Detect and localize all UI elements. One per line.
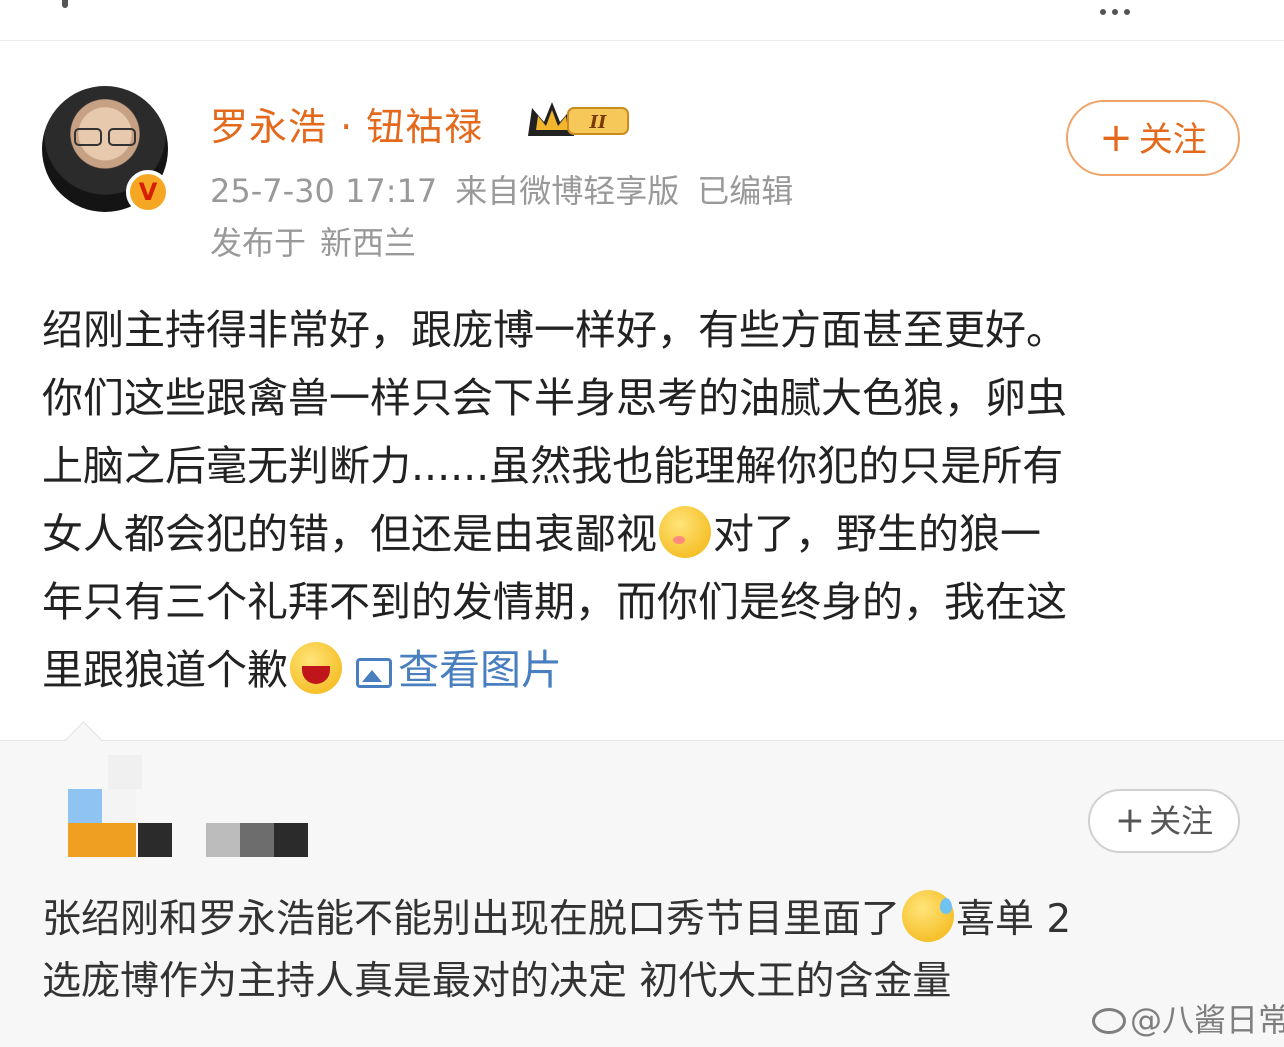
repost-line-1a: 张绍刚和罗永浩能不能别出现在脱口秀节目里面了 <box>42 897 901 942</box>
follow-button[interactable]: + 关注 <box>1066 100 1240 176</box>
repost-line-1: 张绍刚和罗永浩能不能别出现在脱口秀节目里面了 喜单 2 <box>42 889 1252 951</box>
post-line-5: 年只有三个礼拜不到的发情期，而你们是终身的，我在这 <box>42 578 1067 626</box>
plus-icon: + <box>1114 800 1146 841</box>
repost-follow-button[interactable]: + 关注 <box>1088 789 1240 853</box>
view-images-label: 查看图片 <box>398 646 562 694</box>
post-meta: 25-7-30 17:17 来自微博轻享版 已编辑 <box>210 166 811 212</box>
level-badge-text: II <box>589 112 607 133</box>
plus-icon: + <box>1099 115 1133 161</box>
view-images-link[interactable]: 查看图片 <box>356 646 562 694</box>
more-icon[interactable] <box>1100 0 1136 15</box>
weibo-logo-icon <box>1092 1008 1126 1034</box>
top-bar <box>0 0 1284 41</box>
back-icon[interactable] <box>62 0 68 8</box>
watermark-text: @八酱日常 <box>1130 1001 1284 1039</box>
post-line-4b: 对了，野生的狼一 <box>713 510 1041 558</box>
smirk-emoji-icon <box>659 506 711 558</box>
post-location: 发布于 新西兰 <box>210 218 430 264</box>
crown-level-icon: II <box>528 102 629 136</box>
username[interactable]: 罗永浩 · 钮祜禄 <box>210 96 483 151</box>
post-line-6: 里跟狼道个歉 查看图片 <box>42 636 1252 704</box>
post-source: 来自微博轻享版 <box>455 172 680 210</box>
post-line-3: 上脑之后毫无判断力......虽然我也能理解你犯的只是所有 <box>42 442 1064 490</box>
location-name: 新西兰 <box>320 224 417 262</box>
edited-label: 已编辑 <box>697 172 794 210</box>
post-line-6-text: 里跟狼道个歉 <box>42 646 288 694</box>
repost-line-2: 选庞博作为主持人真是最对的决定 初代大王的含金量 <box>42 959 952 1004</box>
repost-notch <box>64 721 103 760</box>
repost-body: 张绍刚和罗永浩能不能别出现在脱口秀节目里面了 喜单 2 选庞博作为主持人真是最对的… <box>42 889 1252 1013</box>
sweat-emoji-icon <box>902 890 955 942</box>
location-prefix: 发布于 <box>210 224 307 262</box>
laugh-emoji-icon <box>290 642 342 694</box>
post-timestamp: 25-7-30 17:17 <box>210 172 438 210</box>
follow-label: 关注 <box>1138 120 1207 160</box>
watermark: @八酱日常 <box>1092 995 1284 1041</box>
post-line-4a: 女人都会犯的错，但还是由衷鄙视 <box>42 510 657 558</box>
post-line-1: 绍刚主持得非常好，跟庞博一样好，有些方面甚至更好。 <box>42 306 1067 354</box>
blurred-user-mosaic <box>42 755 342 865</box>
repost-follow-label: 关注 <box>1149 802 1214 840</box>
picture-icon <box>356 658 392 688</box>
post-body: 绍刚主持得非常好，跟庞博一样好，有些方面甚至更好。 你们这些跟禽兽一样只会下半身… <box>42 296 1252 704</box>
repost-section: + 关注 张绍刚和罗永浩能不能别出现在脱口秀节目里面了 喜单 2 选庞博作为主持人真… <box>0 721 1284 1047</box>
post-line-4: 女人都会犯的错，但还是由衷鄙视 对了，野生的狼一 <box>42 500 1252 568</box>
verified-badge-icon: V <box>126 170 170 214</box>
post-line-2: 你们这些跟禽兽一样只会下半身思考的油腻大色狼，卵虫 <box>42 374 1067 422</box>
repost-line-1b: 喜单 2 <box>956 897 1072 942</box>
avatar-glasses <box>74 128 136 146</box>
